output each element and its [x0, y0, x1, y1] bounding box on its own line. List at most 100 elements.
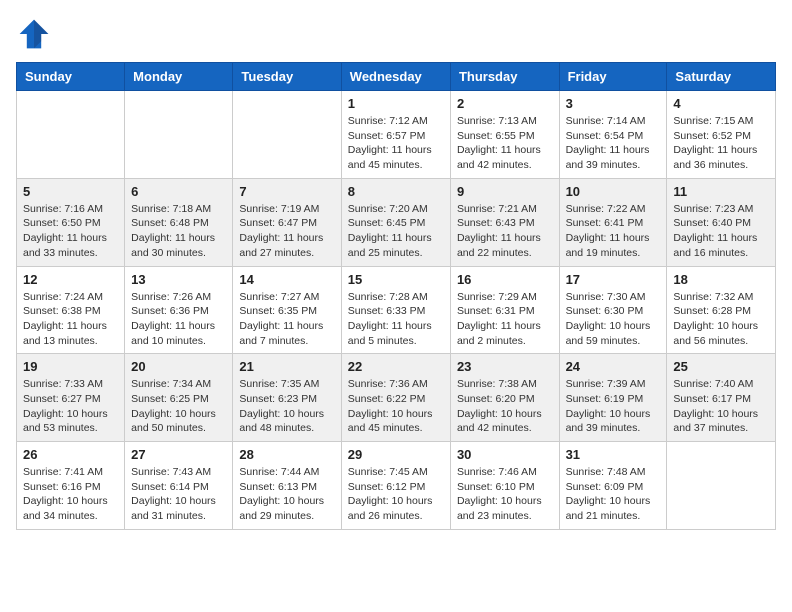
- day-number: 20: [131, 359, 226, 374]
- calendar-cell: 25Sunrise: 7:40 AM Sunset: 6:17 PM Dayli…: [667, 354, 776, 442]
- calendar-cell: 23 Sunrise: 7:38 AM Sunset: 6:20 PM Dayli…: [450, 354, 559, 442]
- calendar-cell: 1 Sunrise: 7:12 AM Sunset: 6:57 PM Daylig…: [341, 91, 450, 179]
- day-number: 3: [566, 96, 661, 111]
- calendar-cell: 9Sunrise: 7:21 AM Sunset: 6:43 PM Daylig…: [450, 178, 559, 266]
- day-info: Sunrise: 7:29 AM Sunset: 6:31 PM Dayligh…: [457, 290, 553, 349]
- day-info: Sunrise: 7:43 AM Sunset: 6:14 PM Dayligh…: [131, 465, 226, 524]
- day-number: 27: [131, 447, 226, 462]
- day-info: Sunrise: 7:46 AM Sunset: 6:10 PM Dayligh…: [457, 465, 553, 524]
- day-info: Sunrise: 7:35 AM Sunset: 6:23 PM Dayligh…: [239, 377, 334, 436]
- calendar-cell: 28 Sunrise: 7:44 AM Sunset: 6:13 PM Dayli…: [233, 442, 341, 530]
- day-info: Sunrise: 7:48 AM Sunset: 6:09 PM Dayligh…: [566, 465, 661, 524]
- day-info: Sunrise: 7:27 AM Sunset: 6:35 PM Dayligh…: [239, 290, 334, 349]
- logo-icon: [16, 16, 52, 52]
- day-number: 30: [457, 447, 553, 462]
- day-number: 8: [348, 184, 444, 199]
- day-number: 6: [131, 184, 226, 199]
- calendar-cell: 3 Sunrise: 7:14 AM Sunset: 6:54 PM Daylig…: [559, 91, 667, 179]
- day-number: 26: [23, 447, 118, 462]
- day-info: Sunrise: 7:23 AM Sunset: 6:40 PM Dayligh…: [673, 202, 769, 261]
- day-info: Sunrise: 7:14 AM Sunset: 6:54 PM Dayligh…: [566, 114, 661, 173]
- weekday-header-thursday: Thursday: [450, 63, 559, 91]
- calendar-cell: 11 Sunrise: 7:23 AM Sunset: 6:40 PM Dayli…: [667, 178, 776, 266]
- day-info: Sunrise: 7:26 AM Sunset: 6:36 PM Dayligh…: [131, 290, 226, 349]
- calendar-week-row: 1 Sunrise: 7:12 AM Sunset: 6:57 PM Daylig…: [17, 91, 776, 179]
- day-info: Sunrise: 7:19 AM Sunset: 6:47 PM Dayligh…: [239, 202, 334, 261]
- calendar-header-row: SundayMondayTuesdayWednesdayThursdayFrid…: [17, 63, 776, 91]
- calendar-cell: 22 Sunrise: 7:36 AM Sunset: 6:22 PM Dayli…: [341, 354, 450, 442]
- day-number: 4: [673, 96, 769, 111]
- calendar-cell: 27 Sunrise: 7:43 AM Sunset: 6:14 PM Dayli…: [125, 442, 233, 530]
- day-number: 9: [457, 184, 553, 199]
- day-number: 11: [673, 184, 769, 199]
- calendar-cell: 17 Sunrise: 7:30 AM Sunset: 6:30 PM Dayli…: [559, 266, 667, 354]
- day-info: Sunrise: 7:28 AM Sunset: 6:33 PM Dayligh…: [348, 290, 444, 349]
- day-info: Sunrise: 7:40 AM Sunset: 6:17 PM Dayligh…: [673, 377, 769, 436]
- calendar-cell: 4 Sunrise: 7:15 AM Sunset: 6:52 PM Daylig…: [667, 91, 776, 179]
- day-number: 12: [23, 272, 118, 287]
- calendar-table: SundayMondayTuesdayWednesdayThursdayFrid…: [16, 62, 776, 530]
- day-number: 29: [348, 447, 444, 462]
- calendar-cell: 5Sunrise: 7:16 AM Sunset: 6:50 PM Daylig…: [17, 178, 125, 266]
- calendar-cell: 18Sunrise: 7:32 AM Sunset: 6:28 PM Dayli…: [667, 266, 776, 354]
- calendar-cell: 8Sunrise: 7:20 AM Sunset: 6:45 PM Daylig…: [341, 178, 450, 266]
- calendar-cell: 6 Sunrise: 7:18 AM Sunset: 6:48 PM Daylig…: [125, 178, 233, 266]
- weekday-header-saturday: Saturday: [667, 63, 776, 91]
- day-info: Sunrise: 7:12 AM Sunset: 6:57 PM Dayligh…: [348, 114, 444, 173]
- calendar-cell: 15 Sunrise: 7:28 AM Sunset: 6:33 PM Dayli…: [341, 266, 450, 354]
- calendar-cell: 2 Sunrise: 7:13 AM Sunset: 6:55 PM Daylig…: [450, 91, 559, 179]
- calendar-week-row: 5Sunrise: 7:16 AM Sunset: 6:50 PM Daylig…: [17, 178, 776, 266]
- day-number: 28: [239, 447, 334, 462]
- calendar-cell: 12 Sunrise: 7:24 AM Sunset: 6:38 PM Dayli…: [17, 266, 125, 354]
- day-number: 2: [457, 96, 553, 111]
- day-info: Sunrise: 7:30 AM Sunset: 6:30 PM Dayligh…: [566, 290, 661, 349]
- day-info: Sunrise: 7:33 AM Sunset: 6:27 PM Dayligh…: [23, 377, 118, 436]
- day-number: 24: [566, 359, 661, 374]
- calendar-cell: 31 Sunrise: 7:48 AM Sunset: 6:09 PM Dayli…: [559, 442, 667, 530]
- day-info: Sunrise: 7:18 AM Sunset: 6:48 PM Dayligh…: [131, 202, 226, 261]
- day-info: Sunrise: 7:13 AM Sunset: 6:55 PM Dayligh…: [457, 114, 553, 173]
- day-number: 19: [23, 359, 118, 374]
- calendar-cell: 24Sunrise: 7:39 AM Sunset: 6:19 PM Dayli…: [559, 354, 667, 442]
- day-number: 16: [457, 272, 553, 287]
- calendar-cell: 13Sunrise: 7:26 AM Sunset: 6:36 PM Dayli…: [125, 266, 233, 354]
- day-number: 10: [566, 184, 661, 199]
- day-info: Sunrise: 7:45 AM Sunset: 6:12 PM Dayligh…: [348, 465, 444, 524]
- day-number: 31: [566, 447, 661, 462]
- day-number: 5: [23, 184, 118, 199]
- calendar-cell: 19 Sunrise: 7:33 AM Sunset: 6:27 PM Dayli…: [17, 354, 125, 442]
- day-number: 23: [457, 359, 553, 374]
- day-number: 22: [348, 359, 444, 374]
- day-number: 14: [239, 272, 334, 287]
- day-info: Sunrise: 7:32 AM Sunset: 6:28 PM Dayligh…: [673, 290, 769, 349]
- day-info: Sunrise: 7:24 AM Sunset: 6:38 PM Dayligh…: [23, 290, 118, 349]
- weekday-header-monday: Monday: [125, 63, 233, 91]
- calendar-cell: 30 Sunrise: 7:46 AM Sunset: 6:10 PM Dayli…: [450, 442, 559, 530]
- calendar-cell: 7Sunrise: 7:19 AM Sunset: 6:47 PM Daylig…: [233, 178, 341, 266]
- calendar-cell: 21 Sunrise: 7:35 AM Sunset: 6:23 PM Dayli…: [233, 354, 341, 442]
- weekday-header-wednesday: Wednesday: [341, 63, 450, 91]
- day-info: Sunrise: 7:15 AM Sunset: 6:52 PM Dayligh…: [673, 114, 769, 173]
- day-number: 15: [348, 272, 444, 287]
- calendar-cell: 26 Sunrise: 7:41 AM Sunset: 6:16 PM Dayli…: [17, 442, 125, 530]
- calendar-week-row: 26 Sunrise: 7:41 AM Sunset: 6:16 PM Dayli…: [17, 442, 776, 530]
- weekday-header-sunday: Sunday: [17, 63, 125, 91]
- calendar-cell: [667, 442, 776, 530]
- weekday-header-tuesday: Tuesday: [233, 63, 341, 91]
- calendar-week-row: 12 Sunrise: 7:24 AM Sunset: 6:38 PM Dayli…: [17, 266, 776, 354]
- day-number: 21: [239, 359, 334, 374]
- calendar-cell: 10 Sunrise: 7:22 AM Sunset: 6:41 PM Dayli…: [559, 178, 667, 266]
- page-header: [16, 16, 776, 52]
- day-info: Sunrise: 7:38 AM Sunset: 6:20 PM Dayligh…: [457, 377, 553, 436]
- day-number: 1: [348, 96, 444, 111]
- calendar-cell: 20Sunrise: 7:34 AM Sunset: 6:25 PM Dayli…: [125, 354, 233, 442]
- day-info: Sunrise: 7:41 AM Sunset: 6:16 PM Dayligh…: [23, 465, 118, 524]
- calendar-cell: 14 Sunrise: 7:27 AM Sunset: 6:35 PM Dayli…: [233, 266, 341, 354]
- day-info: Sunrise: 7:36 AM Sunset: 6:22 PM Dayligh…: [348, 377, 444, 436]
- day-number: 17: [566, 272, 661, 287]
- day-info: Sunrise: 7:44 AM Sunset: 6:13 PM Dayligh…: [239, 465, 334, 524]
- day-info: Sunrise: 7:22 AM Sunset: 6:41 PM Dayligh…: [566, 202, 661, 261]
- weekday-header-friday: Friday: [559, 63, 667, 91]
- calendar-cell: [233, 91, 341, 179]
- calendar-cell: [125, 91, 233, 179]
